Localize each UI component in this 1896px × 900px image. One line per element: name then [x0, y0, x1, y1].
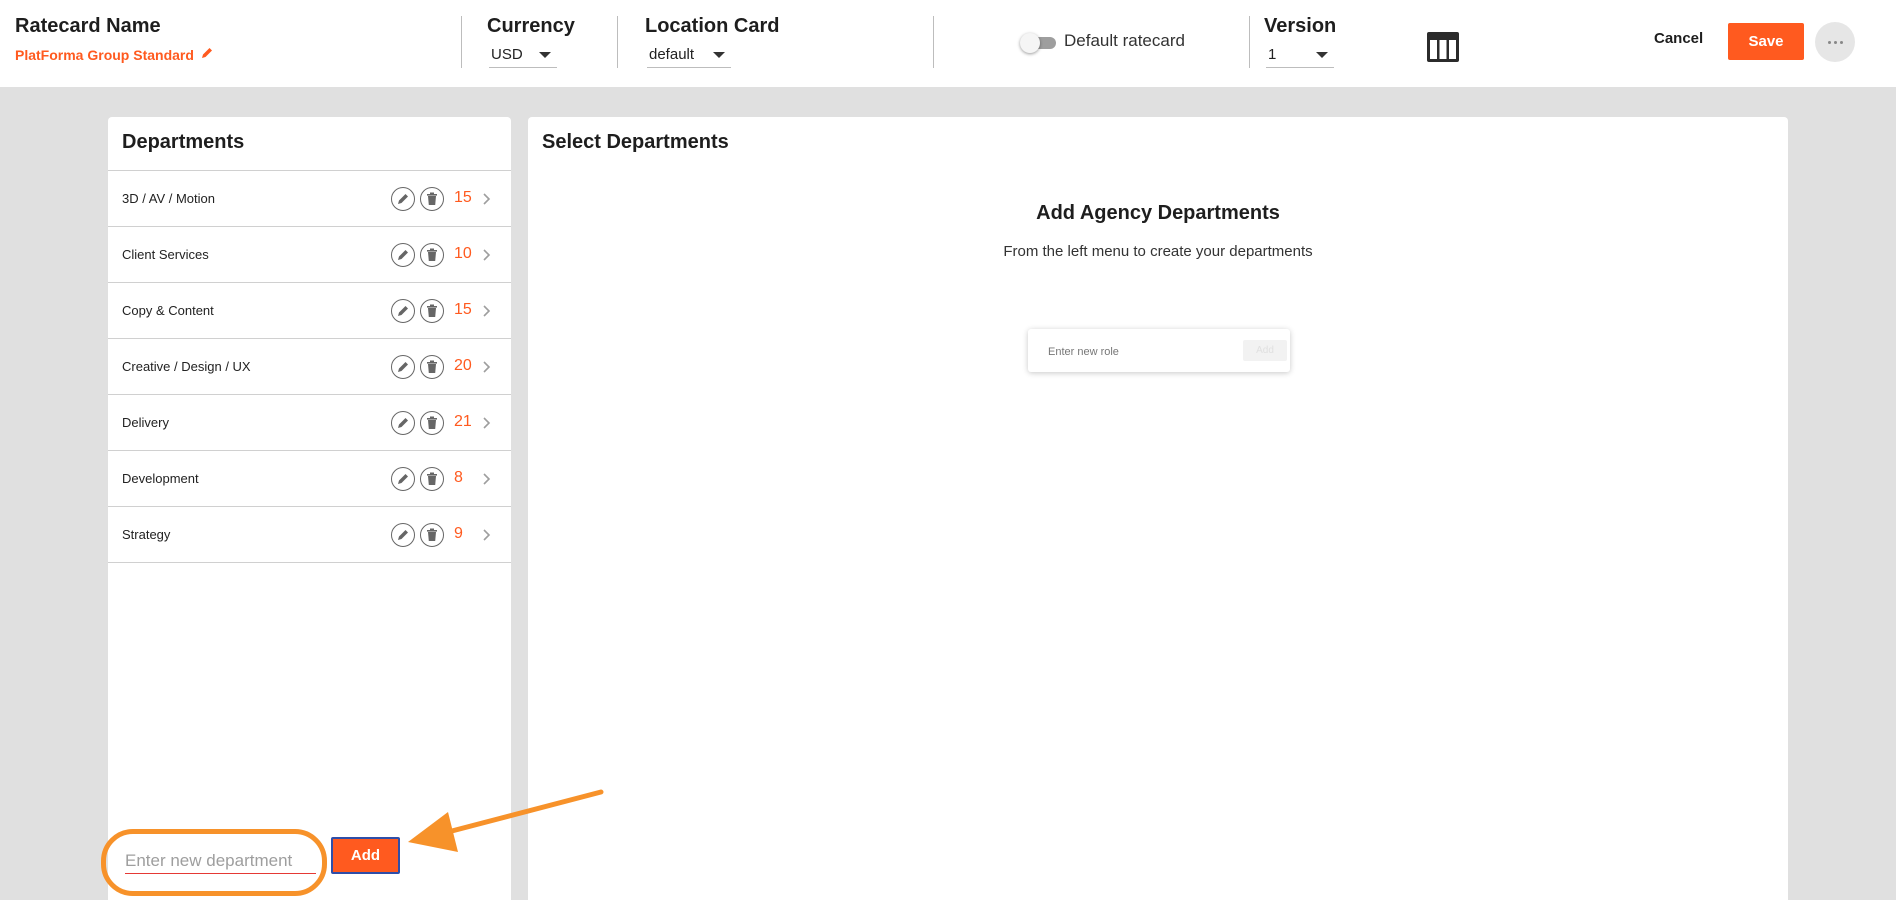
- new-role-input[interactable]: [1048, 343, 1228, 361]
- chevron-down-icon: [713, 51, 725, 58]
- role-count: 15: [454, 301, 472, 318]
- select-departments-title: Select Departments: [542, 131, 729, 153]
- trash-icon[interactable]: [420, 411, 444, 435]
- edit-icon[interactable]: [391, 411, 415, 435]
- divider: [933, 16, 934, 68]
- top-bar: Ratecard Name PlatForma Group Standard C…: [0, 0, 1896, 87]
- department-name: 3D / AV / Motion: [122, 191, 215, 206]
- divider: [461, 16, 462, 68]
- trash-icon[interactable]: [420, 243, 444, 267]
- trash-icon[interactable]: [420, 299, 444, 323]
- department-name: Strategy: [122, 527, 171, 542]
- more-dot: [1827, 40, 1831, 44]
- chevron-right-icon: [479, 527, 495, 543]
- chevron-right-icon: [479, 247, 495, 263]
- chevron-down-icon: [1316, 51, 1328, 58]
- edit-icon[interactable]: [391, 243, 415, 267]
- default-ratecard-label: Default ratecard: [1064, 31, 1185, 50]
- departments-list: 3D / AV / Motion 15 Client Services 10 C…: [108, 170, 511, 563]
- version-value: 1: [1268, 46, 1277, 63]
- trash-icon[interactable]: [420, 523, 444, 547]
- more-dot: [1839, 40, 1843, 44]
- departments-title: Departments: [122, 131, 245, 153]
- select-departments-panel: Select Departments Add Agency Department…: [528, 117, 1788, 900]
- ratecard-name-label: Ratecard Name: [15, 15, 161, 37]
- new-role-card: Add: [1028, 329, 1290, 372]
- chevron-down-icon: [539, 51, 551, 58]
- location-card-label: Location Card: [645, 15, 780, 37]
- cancel-button[interactable]: Cancel: [1654, 30, 1703, 47]
- empty-state-subtitle: From the left menu to create your depart…: [1003, 243, 1313, 260]
- location-card-value: default: [649, 46, 695, 63]
- department-name: Copy & Content: [122, 303, 214, 318]
- department-name: Delivery: [122, 415, 169, 430]
- chevron-right-icon: [479, 359, 495, 375]
- trash-icon[interactable]: [420, 187, 444, 211]
- edit-icon[interactable]: [391, 523, 415, 547]
- department-row[interactable]: Copy & Content 15: [108, 283, 511, 339]
- toggle-knob: [1020, 33, 1040, 53]
- department-name: Development: [122, 471, 199, 486]
- table-view-icon[interactable]: [1426, 31, 1460, 63]
- empty-state-title: Add Agency Departments: [1036, 202, 1280, 224]
- role-count: 21: [454, 413, 472, 430]
- version-select[interactable]: 1: [1266, 42, 1334, 68]
- trash-icon[interactable]: [420, 467, 444, 491]
- edit-icon[interactable]: [391, 299, 415, 323]
- chevron-right-icon: [479, 415, 495, 431]
- add-role-button[interactable]: Add: [1243, 340, 1287, 361]
- department-row[interactable]: Creative / Design / UX 20: [108, 339, 511, 395]
- department-row[interactable]: Client Services 10: [108, 227, 511, 283]
- department-row[interactable]: Delivery 21: [108, 395, 511, 451]
- currency-value: USD: [491, 46, 523, 63]
- add-department-button[interactable]: Add: [331, 837, 400, 874]
- edit-icon[interactable]: [391, 467, 415, 491]
- new-department-input[interactable]: [125, 848, 316, 874]
- more-options-button[interactable]: [1815, 22, 1855, 62]
- edit-icon[interactable]: [391, 355, 415, 379]
- divider: [617, 16, 618, 68]
- version-label: Version: [1264, 15, 1337, 37]
- role-count: 8: [454, 469, 463, 486]
- currency-label: Currency: [487, 15, 575, 37]
- chevron-right-icon: [479, 471, 495, 487]
- role-count: 9: [454, 525, 463, 542]
- role-count: 20: [454, 357, 472, 374]
- departments-panel: Departments 3D / AV / Motion 15 Client S…: [108, 117, 511, 900]
- pencil-icon[interactable]: [200, 46, 214, 63]
- ratecard-name-value[interactable]: PlatForma Group Standard: [15, 46, 214, 63]
- edit-icon[interactable]: [391, 187, 415, 211]
- department-name: Client Services: [122, 247, 209, 262]
- department-row[interactable]: Development 8: [108, 451, 511, 507]
- save-button[interactable]: Save: [1728, 23, 1804, 60]
- more-dot: [1833, 40, 1837, 44]
- department-row[interactable]: Strategy 9: [108, 507, 511, 563]
- department-name: Creative / Design / UX: [122, 359, 251, 374]
- role-count: 10: [454, 245, 472, 262]
- role-count: 15: [454, 189, 472, 206]
- department-row[interactable]: 3D / AV / Motion 15: [108, 171, 511, 227]
- chevron-right-icon: [479, 303, 495, 319]
- location-card-select[interactable]: default: [647, 42, 731, 68]
- divider: [1249, 16, 1250, 68]
- currency-select[interactable]: USD: [489, 42, 557, 68]
- ratecard-name-text[interactable]: PlatForma Group Standard: [15, 47, 194, 63]
- default-ratecard-toggle[interactable]: [1020, 33, 1056, 53]
- chevron-right-icon: [479, 191, 495, 207]
- trash-icon[interactable]: [420, 355, 444, 379]
